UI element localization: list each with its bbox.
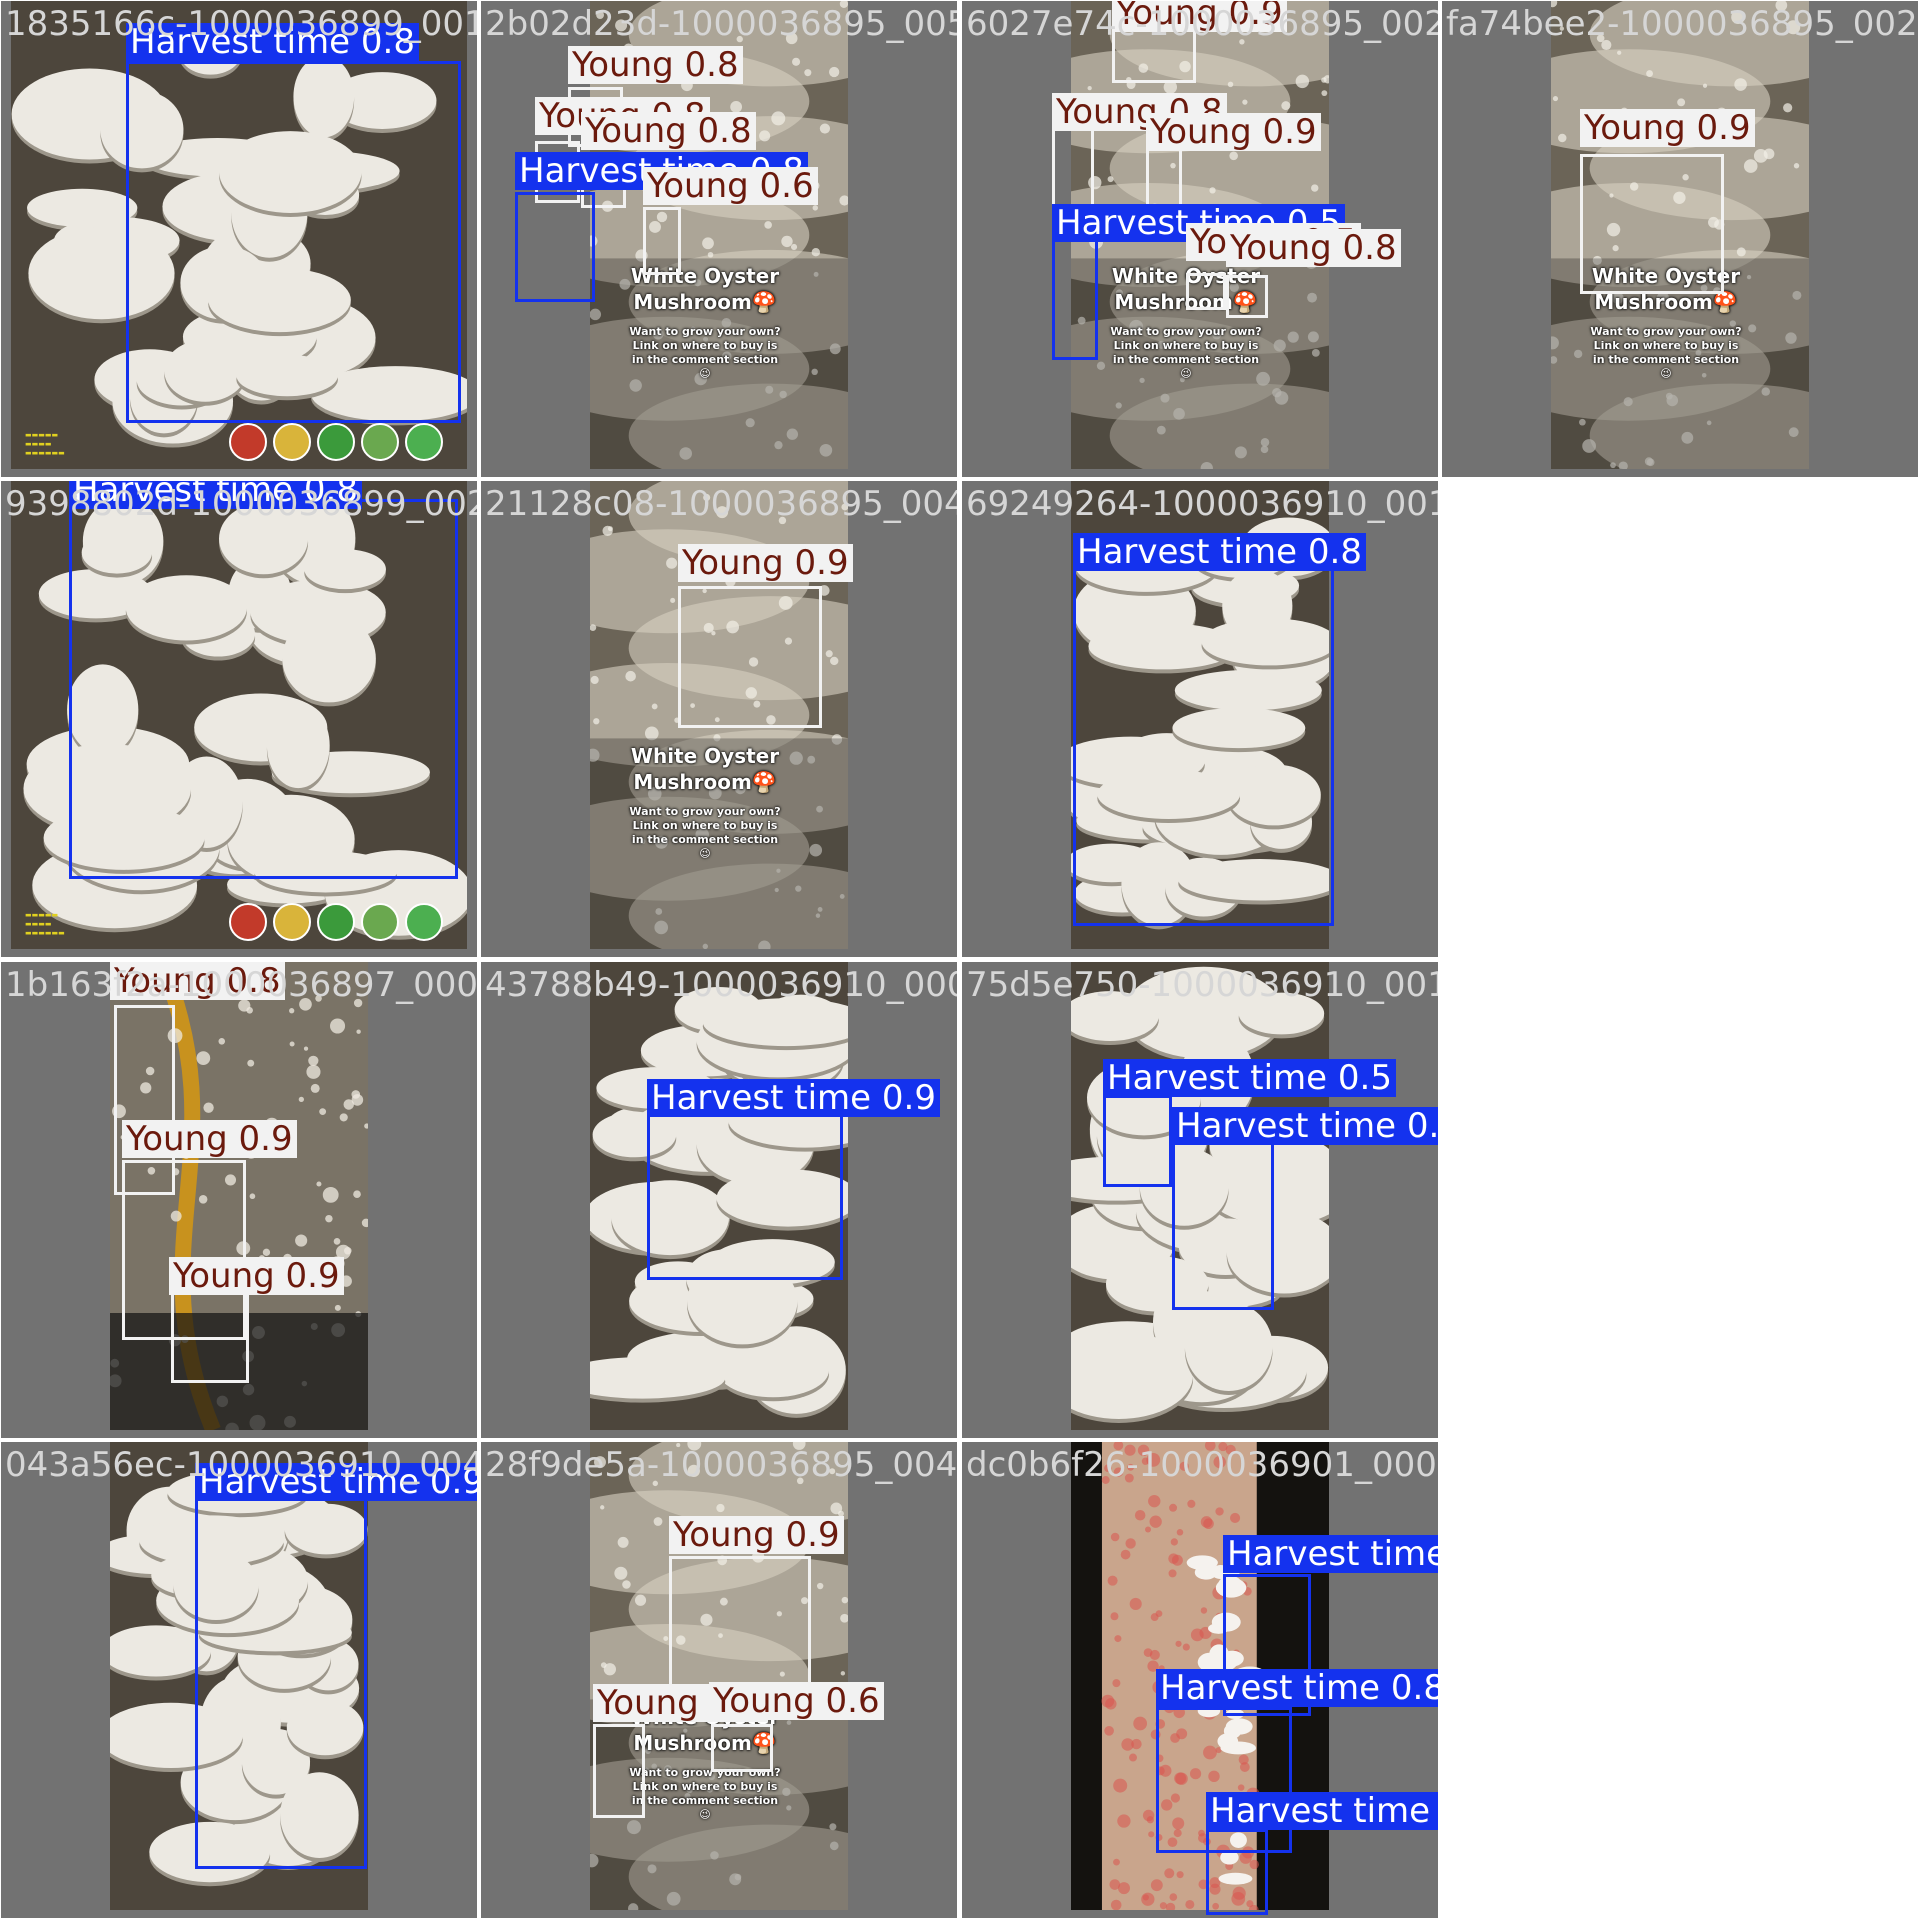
logo-seal-icon	[361, 903, 399, 941]
young-bounding-box	[1186, 273, 1226, 310]
logo-seal-icon	[405, 903, 443, 941]
result-tile: Harvest time 0.8 Harvest time 0.8 Harvest …	[962, 1442, 1438, 1918]
result-tile: Harvest time 0.869249264-1000036910_0010…	[962, 481, 1438, 957]
young-bounding-box	[1580, 154, 1724, 294]
sponsor-logos	[229, 423, 443, 461]
detection-label: Young 0.9	[1580, 109, 1755, 147]
logo-seal-icon	[405, 423, 443, 461]
young-bounding-box	[643, 207, 681, 275]
detection-label: Harvest time 0.8	[1156, 1669, 1438, 1707]
detection-label: Young 0.9	[669, 1516, 844, 1554]
detection-label: Young 0.8	[1226, 229, 1401, 267]
detection-label: Harvest time 0.9	[195, 1463, 477, 1501]
harvest-time-bounding-box	[126, 61, 461, 423]
logo-seal-icon	[273, 423, 311, 461]
detection-label: Young 0.9	[1112, 1, 1287, 32]
farm-credit-watermark: ▬▬▬▬▬ ▬▬▬▬ ▬▬▬▬▬▬	[25, 431, 65, 457]
detection-label: Young 0.9	[1146, 113, 1321, 151]
sponsor-logos	[229, 903, 443, 941]
logo-seal-icon	[317, 903, 355, 941]
detection-label: Young 0.6	[709, 1682, 884, 1720]
detection-label: Young 0.8	[581, 112, 756, 150]
harvest-time-bounding-box	[1073, 558, 1334, 926]
caption-title: White Oyster Mushroom🍄	[630, 744, 780, 794]
detection-label: Young 0.9	[122, 1120, 297, 1158]
detection-label: Young 0.9	[169, 1257, 344, 1295]
young-bounding-box	[171, 1287, 249, 1383]
result-tile: Harvest time 0.9043a56ec-1000036910_0042…	[1, 1442, 477, 1918]
young-bounding-box	[678, 586, 822, 728]
young-bounding-box	[711, 1724, 773, 1772]
result-tile: White Oyster Mushroom🍄Want to grow your …	[481, 1, 957, 477]
harvest-time-bounding-box	[515, 192, 595, 302]
detection-results-grid: ▬▬▬▬▬ ▬▬▬▬ ▬▬▬▬▬▬ Harvest time 0.8 1835166c-…	[0, 0, 1920, 1920]
result-tile: ▬▬▬▬▬ ▬▬▬▬ ▬▬▬▬▬▬ Harvest time 0.8 9398802d-…	[1, 481, 477, 957]
caption-text: Want to grow your own? Link on where to …	[1110, 325, 1262, 380]
detection-label: Harvest time 0.9	[1172, 1107, 1438, 1145]
harvest-time-bounding-box	[69, 499, 458, 879]
detection-label: Harvest time 0.5	[1103, 1059, 1396, 1097]
result-tile: Harvest time 0.5 Harvest time 0.9 75d5e750…	[962, 962, 1438, 1438]
young-bounding-box	[593, 1724, 645, 1818]
detection-label: Young 0.6	[643, 167, 818, 205]
harvest-time-bounding-box	[195, 1495, 367, 1869]
young-bounding-box	[1226, 275, 1268, 318]
result-tile: White Oyster Mushroom🍄Want to grow your …	[962, 1, 1438, 477]
detection-label: Harvest time 0.8	[1073, 533, 1366, 571]
logo-seal-icon	[229, 903, 267, 941]
logo-seal-icon	[229, 423, 267, 461]
detection-label: Young 0.8	[568, 46, 743, 84]
detection-label: Harvest time 0.9	[1206, 1792, 1438, 1830]
result-tile: Young 0.8 Young 0.9 Young 0.9 1b163f2a-1000…	[1, 962, 477, 1438]
detection-label: Young 0.8	[110, 962, 285, 1000]
detection-label: Harvest time 0.8	[126, 23, 419, 61]
caption-text: Want to grow your own? Link on where to …	[1590, 325, 1742, 380]
result-tile: White Oyster Mushroom🍄Want to grow your …	[1442, 1, 1918, 477]
harvest-time-bounding-box	[1103, 1095, 1172, 1187]
logo-seal-icon	[361, 423, 399, 461]
caption-text: Want to grow your own? Link on where to …	[629, 1766, 781, 1821]
caption-text: Want to grow your own? Link on where to …	[629, 325, 781, 380]
video-caption-overlay: White Oyster Mushroom🍄Want to grow your …	[629, 263, 781, 381]
farm-credit-watermark: ▬▬▬▬▬ ▬▬▬▬ ▬▬▬▬▬▬	[25, 911, 65, 937]
logo-seal-icon	[317, 423, 355, 461]
logo-seal-icon	[273, 903, 311, 941]
detection-label: Harvest time 0.8	[1223, 1535, 1438, 1573]
harvest-time-bounding-box	[1172, 1138, 1274, 1310]
harvest-time-bounding-box	[1052, 230, 1098, 360]
harvest-time-bounding-box	[647, 1114, 843, 1280]
result-tile: White Oyster Mushroom🍄 Want to grow your …	[481, 481, 957, 957]
video-caption-overlay: White Oyster Mushroom🍄 Want to grow your …	[629, 743, 781, 861]
result-tile: White Oyster Mushroom🍄Want to grow your …	[481, 1442, 957, 1918]
caption-text: Want to grow your own? Link on where to …	[629, 805, 781, 860]
detection-label: Harvest time 0.9	[647, 1079, 940, 1117]
result-tile: Harvest time 0.943788b49-1000036910_0007…	[481, 962, 957, 1438]
detection-label: Harvest time 0.8	[69, 481, 362, 509]
result-tile: ▬▬▬▬▬ ▬▬▬▬ ▬▬▬▬▬▬ Harvest time 0.8 1835166c-…	[1, 1, 477, 477]
detection-label: Young 0.9	[678, 544, 853, 582]
harvest-time-bounding-box	[1206, 1829, 1268, 1915]
